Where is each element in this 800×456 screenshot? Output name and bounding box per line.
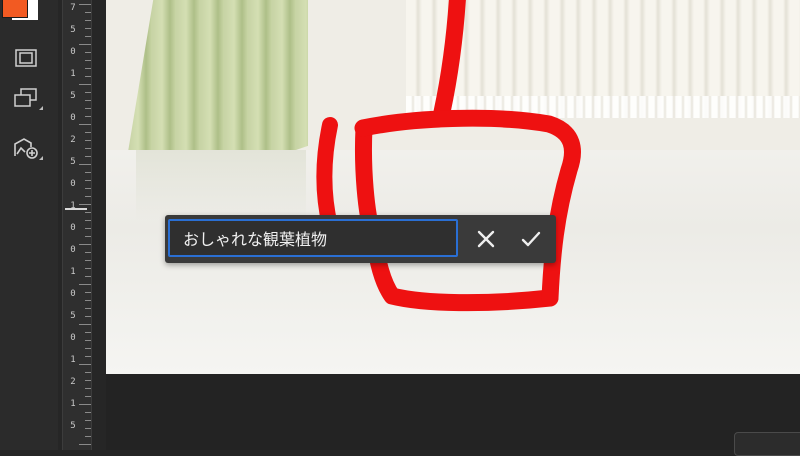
ruler-tick xyxy=(85,76,91,77)
ruler-tick xyxy=(85,332,91,333)
ruler-tick xyxy=(85,412,91,413)
ruler-label: 5 xyxy=(70,25,76,35)
confirm-button[interactable] xyxy=(515,223,547,255)
document-canvas[interactable] xyxy=(106,0,800,374)
ruler-tick xyxy=(79,44,91,45)
ruler-tick xyxy=(85,260,91,261)
ruler-tick xyxy=(85,308,91,309)
vertical-ruler[interactable]: 75015025010010501215 xyxy=(62,0,92,450)
screen-mode-icon xyxy=(15,49,37,67)
ruler-tick xyxy=(85,180,91,181)
ruler-tick xyxy=(85,116,91,117)
ruler-label: 1 xyxy=(70,355,76,365)
ruler-label: 2 xyxy=(70,377,76,387)
ruler-tick xyxy=(85,228,91,229)
foreground-color-swatch[interactable] xyxy=(2,0,28,18)
artboard-tool-button[interactable] xyxy=(10,84,43,112)
image-tool-button[interactable] xyxy=(10,134,43,162)
screen-mode-button[interactable] xyxy=(10,44,42,72)
ruler-label: 0 xyxy=(70,289,76,299)
image-add-icon xyxy=(14,138,38,159)
ruler-label: 0 xyxy=(70,113,76,123)
ruler-tick xyxy=(79,204,91,205)
collapsed-panel-tab[interactable] xyxy=(734,432,800,456)
ruler-tick xyxy=(85,172,91,173)
ruler-label: 5 xyxy=(70,157,76,167)
ruler-label: 2 xyxy=(70,135,76,145)
ruler-tick xyxy=(85,92,91,93)
ruler-label: 0 xyxy=(70,333,76,343)
ruler-tick xyxy=(85,356,91,357)
ruler-tick xyxy=(79,444,91,445)
ruler-label: 1 xyxy=(70,69,76,79)
ruler-tick xyxy=(85,316,91,317)
ruler-label: 0 xyxy=(70,47,76,57)
ruler-label: 0 xyxy=(70,179,76,189)
submenu-indicator-icon xyxy=(39,106,43,110)
ruler-tick xyxy=(85,420,91,421)
ruler-label: 5 xyxy=(70,311,76,321)
ruler-tick xyxy=(79,284,91,285)
ruler-tick xyxy=(79,244,91,245)
ruler-tick xyxy=(85,388,91,389)
ruler-tick xyxy=(85,236,91,237)
ruler-tick xyxy=(79,84,91,85)
ruler-label: 1 xyxy=(70,201,76,211)
ruler-tick xyxy=(85,52,91,53)
ruler-tick xyxy=(85,140,91,141)
ruler-tick xyxy=(85,300,91,301)
ruler-tick xyxy=(85,36,91,37)
text-prompt-dialog xyxy=(165,215,556,263)
ruler-tick xyxy=(79,324,91,325)
ruler-tick xyxy=(85,220,91,221)
ruler-tick xyxy=(85,212,91,213)
ruler-tick xyxy=(85,100,91,101)
ruler-tick xyxy=(79,364,91,365)
ruler-tick xyxy=(85,428,91,429)
ruler-tick xyxy=(85,340,91,341)
ruler-tick xyxy=(85,28,91,29)
ruler-tick xyxy=(85,156,91,157)
ruler-tick xyxy=(85,108,91,109)
ruler-tick xyxy=(85,20,91,21)
ruler-tick xyxy=(85,436,91,437)
artboard-icon xyxy=(14,88,37,107)
ruler-tick xyxy=(79,124,91,125)
ruler-tick xyxy=(85,372,91,373)
ruler-position-marker xyxy=(65,208,87,210)
tools-panel xyxy=(0,0,58,450)
ruler-tick xyxy=(85,292,91,293)
ruler-tick xyxy=(85,252,91,253)
ruler-tick xyxy=(85,12,91,13)
ruler-tick xyxy=(85,276,91,277)
ruler-label: 7 xyxy=(70,3,76,13)
ruler-tick xyxy=(85,196,91,197)
ruler-tick xyxy=(85,348,91,349)
close-icon xyxy=(477,230,495,248)
ruler-tick xyxy=(85,188,91,189)
submenu-indicator-icon xyxy=(39,156,43,160)
ruler-tick xyxy=(79,164,91,165)
ruler-label: 0 xyxy=(70,245,76,255)
ruler-tick xyxy=(79,404,91,405)
checkmark-icon xyxy=(521,231,541,247)
workspace-background xyxy=(106,374,800,456)
ruler-tick xyxy=(85,60,91,61)
ruler-tick xyxy=(85,268,91,269)
ruler-tick xyxy=(85,132,91,133)
ruler-label: 5 xyxy=(70,91,76,101)
red-sketch-drawing xyxy=(316,0,581,312)
ruler-tick xyxy=(79,4,91,5)
ruler-tick xyxy=(85,396,91,397)
ruler-label: 0 xyxy=(70,223,76,233)
ruler-tick xyxy=(85,68,91,69)
ruler-tick xyxy=(85,380,91,381)
ruler-tick xyxy=(85,148,91,149)
ruler-label: 1 xyxy=(70,267,76,277)
ruler-label: 1 xyxy=(70,399,76,409)
prompt-text-input[interactable] xyxy=(168,219,458,257)
cancel-button[interactable] xyxy=(470,223,502,255)
ruler-label: 5 xyxy=(70,421,76,431)
